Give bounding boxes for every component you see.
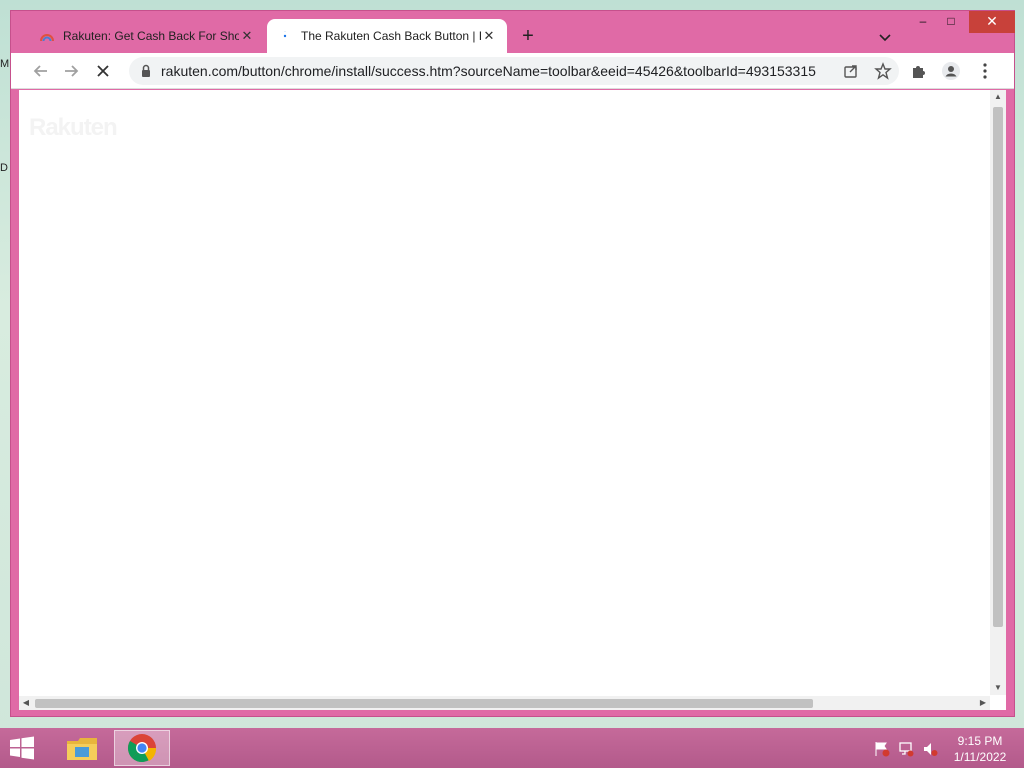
horizontal-scroll-thumb[interactable] (35, 699, 813, 708)
scroll-down-icon[interactable]: ▼ (990, 681, 1006, 695)
scroll-left-icon[interactable]: ◀ (19, 696, 33, 710)
clock-date: 1/11/2022 (953, 750, 1007, 764)
horizontal-scrollbar[interactable]: ◀ ▶ (19, 696, 990, 710)
clock-time: 9:15 PM (957, 734, 1003, 748)
url-text[interactable]: rakuten.com/button/chrome/install/succes… (161, 63, 835, 79)
file-explorer-icon[interactable] (54, 730, 110, 766)
rakuten-logo-faded: Rakuten (29, 114, 118, 141)
vertical-scroll-thumb[interactable] (993, 107, 1003, 627)
close-window-button[interactable]: ✕ (969, 11, 1015, 33)
maximize-button[interactable]: □ (937, 11, 965, 33)
browser-window: Rakuten: Get Cash Back For Shop ✕ The Ra… (10, 10, 1015, 717)
title-bar: Rakuten: Get Cash Back For Shop ✕ The Ra… (11, 11, 1015, 53)
back-arrow-icon[interactable] (31, 61, 51, 81)
tab-title: The Rakuten Cash Back Button | R (301, 29, 481, 43)
desktop-icon-label-partial: M (0, 58, 10, 70)
forward-arrow-icon[interactable] (61, 61, 81, 81)
tab-rakuten-home[interactable]: Rakuten: Get Cash Back For Shop ✕ (29, 19, 265, 53)
rakuten-favicon-icon (39, 28, 55, 44)
menu-kebab-icon[interactable] (975, 61, 995, 81)
extensions-puzzle-icon[interactable] (909, 61, 929, 81)
tab-title: Rakuten: Get Cash Back For Shop (63, 29, 239, 43)
close-tab-icon[interactable]: ✕ (239, 28, 255, 44)
minimize-button[interactable]: – (909, 11, 937, 33)
tab-cash-back-button[interactable]: The Rakuten Cash Back Button | R ✕ (267, 19, 507, 53)
scroll-right-icon[interactable]: ▶ (976, 696, 990, 710)
desktop-icon-label-partial: D (0, 162, 8, 174)
address-bar[interactable]: rakuten.com/button/chrome/install/succes… (129, 57, 899, 85)
loading-icon (277, 28, 293, 44)
bookmark-star-icon[interactable] (873, 61, 893, 81)
lock-icon[interactable] (139, 64, 153, 78)
page-content: Rakuten ▲ ▼ ◀ ▶ (19, 90, 1006, 710)
profile-avatar-icon[interactable] (941, 61, 961, 81)
windows-start-icon[interactable] (8, 736, 38, 760)
scroll-up-icon[interactable]: ▲ (990, 90, 1006, 104)
close-tab-icon[interactable]: ✕ (481, 28, 497, 44)
tab-search-chevron-icon[interactable] (875, 27, 895, 47)
stop-loading-icon[interactable] (93, 61, 113, 81)
browser-toolbar: rakuten.com/button/chrome/install/succes… (11, 53, 1014, 89)
system-clock[interactable]: 9:15 PM 1/11/2022 (944, 733, 1016, 765)
network-icon[interactable] (898, 741, 914, 757)
vertical-scrollbar[interactable]: ▲ ▼ (990, 90, 1006, 695)
new-tab-button[interactable]: + (517, 25, 539, 47)
volume-muted-icon[interactable] (922, 741, 938, 757)
action-center-flag-icon[interactable] (874, 741, 890, 757)
share-icon[interactable] (841, 61, 861, 81)
taskbar: 9:15 PM 1/11/2022 (0, 728, 1024, 768)
chrome-taskbar-icon[interactable] (114, 730, 170, 766)
